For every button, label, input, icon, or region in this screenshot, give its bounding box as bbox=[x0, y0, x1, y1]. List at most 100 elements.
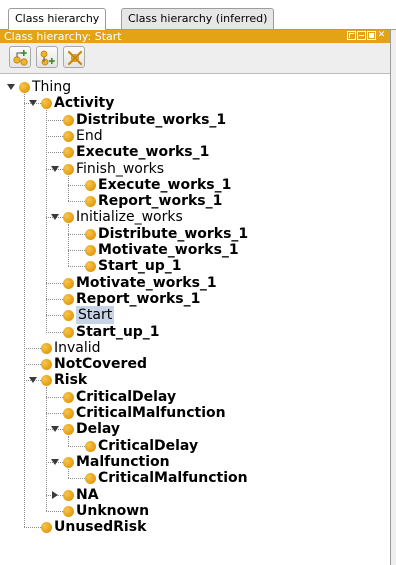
tree-connector bbox=[68, 184, 85, 186]
class-icon bbox=[63, 456, 74, 468]
tree-connector bbox=[46, 119, 63, 121]
class-icon bbox=[41, 98, 52, 110]
tree-node-label: Invalid bbox=[54, 339, 101, 356]
tree-node-unusedrisk[interactable]: UnusedRisk bbox=[0, 519, 388, 535]
add-sibling-class-button[interactable] bbox=[36, 46, 58, 68]
tree-node-label: Report_works_1 bbox=[76, 290, 201, 307]
tree-connector bbox=[68, 250, 85, 251]
collapse-toggle-icon[interactable] bbox=[52, 490, 58, 499]
tree-connector bbox=[46, 135, 63, 137]
add-subclass-icon bbox=[13, 50, 28, 66]
tree-connector bbox=[68, 478, 85, 480]
class-icon bbox=[41, 522, 52, 534]
tree-node-label: NotCovered bbox=[54, 356, 147, 373]
tree-node-label: Distribute_works_1 bbox=[76, 111, 227, 128]
expand-toggle-icon[interactable] bbox=[29, 377, 37, 384]
tree-node-initialize-works[interactable]: Initialize_works bbox=[0, 209, 388, 225]
class-icon bbox=[63, 408, 74, 419]
tree-connector bbox=[46, 152, 63, 154]
tree-node-risk[interactable]: Risk bbox=[0, 372, 388, 388]
class-icon bbox=[63, 293, 74, 305]
add-sibling-class-icon bbox=[40, 50, 55, 66]
class-icon bbox=[41, 359, 52, 371]
expand-toggle-icon[interactable] bbox=[29, 100, 37, 107]
close-view-icon[interactable]: ✕ bbox=[377, 31, 386, 40]
tree-node-execute-works-1[interactable]: Execute_works_1 bbox=[0, 144, 388, 160]
delete-class-icon bbox=[67, 50, 83, 66]
class-icon bbox=[63, 391, 74, 403]
tree-node-criticalmalfunction[interactable]: CriticalMalfunction bbox=[0, 470, 388, 486]
tree-node-label: Unknown bbox=[76, 502, 150, 519]
class-icon bbox=[63, 310, 74, 322]
tree-node-motivate-works-1[interactable]: Motivate_works_1 bbox=[0, 242, 388, 258]
expand-toggle-icon[interactable] bbox=[51, 426, 59, 433]
tree-node-thing[interactable]: Thing bbox=[0, 79, 388, 95]
tree-node-label: Execute_works_1 bbox=[76, 144, 210, 161]
tree-node-start-up-1[interactable]: Start_up_1 bbox=[0, 324, 388, 340]
tree-node-label: Finish_works bbox=[76, 160, 165, 177]
delete-class-button[interactable] bbox=[63, 46, 85, 68]
tree-node-report-works-1[interactable]: Report_works_1 bbox=[0, 291, 388, 307]
tree-node-distribute-works-1[interactable]: Distribute_works_1 bbox=[0, 226, 388, 242]
add-subclass-button[interactable] bbox=[9, 46, 31, 68]
tree-node-label: CriticalMalfunction bbox=[98, 470, 248, 487]
expand-toggle-icon[interactable] bbox=[51, 165, 59, 172]
tree-node-label: End bbox=[76, 127, 103, 144]
tree-node-label: Motivate_works_1 bbox=[76, 274, 217, 291]
tree-node-unknown[interactable]: Unknown bbox=[0, 503, 388, 519]
tree-connector bbox=[68, 445, 85, 447]
tree-node-label: Report_works_1 bbox=[98, 193, 223, 210]
float-view-icon[interactable] bbox=[347, 31, 356, 40]
class-icon bbox=[63, 424, 74, 436]
tree-node-criticaldelay[interactable]: CriticalDelay bbox=[0, 389, 388, 405]
tree-node-label: CriticalDelay bbox=[98, 437, 199, 454]
tab-bar: Class hierarchy Class hierarchy (inferre… bbox=[0, 0, 396, 30]
tree-node-na[interactable]: NA bbox=[0, 487, 388, 503]
tree-node-activity[interactable]: Activity bbox=[0, 95, 388, 111]
tree-node-notcovered[interactable]: NotCovered bbox=[0, 356, 388, 372]
class-hierarchy-tree[interactable]: Thing Activity Distribute_works_1 End Execut… bbox=[0, 74, 390, 565]
class-icon bbox=[41, 375, 52, 387]
tree-node-label: Malfunction bbox=[76, 453, 170, 470]
tree-connector bbox=[24, 527, 41, 529]
expand-toggle-icon[interactable] bbox=[7, 84, 15, 90]
tree-connector bbox=[46, 282, 63, 284]
expand-toggle-icon[interactable] bbox=[51, 458, 59, 465]
tree-node-report-works-1[interactable]: Report_works_1 bbox=[0, 193, 388, 209]
tree-connector bbox=[46, 315, 63, 317]
tree-connector bbox=[24, 347, 41, 349]
tree-node-label: Execute_works_1 bbox=[98, 176, 232, 193]
tree-node-end[interactable]: End bbox=[0, 128, 388, 144]
tree-node-criticaldelay[interactable]: CriticalDelay bbox=[0, 438, 388, 454]
tree-node-invalid[interactable]: Invalid bbox=[0, 340, 388, 356]
tab-class-hierarchy[interactable]: Class hierarchy bbox=[8, 8, 107, 30]
tree-node-malfunction[interactable]: Malfunction bbox=[0, 454, 388, 470]
tree-connector bbox=[46, 510, 63, 512]
tree-node-label: Activity bbox=[54, 95, 115, 112]
class-icon bbox=[63, 130, 74, 142]
tree-node-execute-works-1[interactable]: Execute_works_1 bbox=[0, 177, 388, 193]
vertical-scrollbar[interactable] bbox=[391, 30, 396, 565]
panel-title-bar: Class hierarchy: Start ✕ bbox=[0, 30, 390, 43]
tree-connector bbox=[46, 396, 63, 398]
tree-node-label: CriticalDelay bbox=[76, 388, 177, 405]
maximize-view-icon[interactable] bbox=[367, 31, 376, 40]
tree-connector bbox=[46, 298, 63, 300]
tree-connector bbox=[68, 201, 85, 203]
minimize-view-icon[interactable] bbox=[357, 31, 366, 40]
tree-node-start-up-1[interactable]: Start_up_1 bbox=[0, 258, 388, 274]
class-icon bbox=[19, 82, 30, 93]
tree-node-label: NA bbox=[76, 486, 99, 503]
class-icon bbox=[85, 179, 96, 191]
tree-node-delay[interactable]: Delay bbox=[0, 421, 388, 437]
class-icon bbox=[85, 245, 96, 256]
tree-node-label: Thing bbox=[32, 79, 72, 95]
tree-node-label: Delay bbox=[76, 421, 121, 438]
expand-toggle-icon[interactable] bbox=[51, 214, 59, 221]
tree-node-motivate-works-1[interactable]: Motivate_works_1 bbox=[0, 275, 388, 291]
tree-node-start[interactable]: Start bbox=[0, 306, 388, 325]
tree-node-distribute-works-1[interactable]: Distribute_works_1 bbox=[0, 112, 388, 128]
tab-class-hierarchy-inferred[interactable]: Class hierarchy (inferred) bbox=[121, 8, 275, 29]
tree-node-finish-works[interactable]: Finish_works bbox=[0, 161, 388, 177]
tree-node-criticalmalfunction[interactable]: CriticalMalfunction bbox=[0, 405, 388, 421]
